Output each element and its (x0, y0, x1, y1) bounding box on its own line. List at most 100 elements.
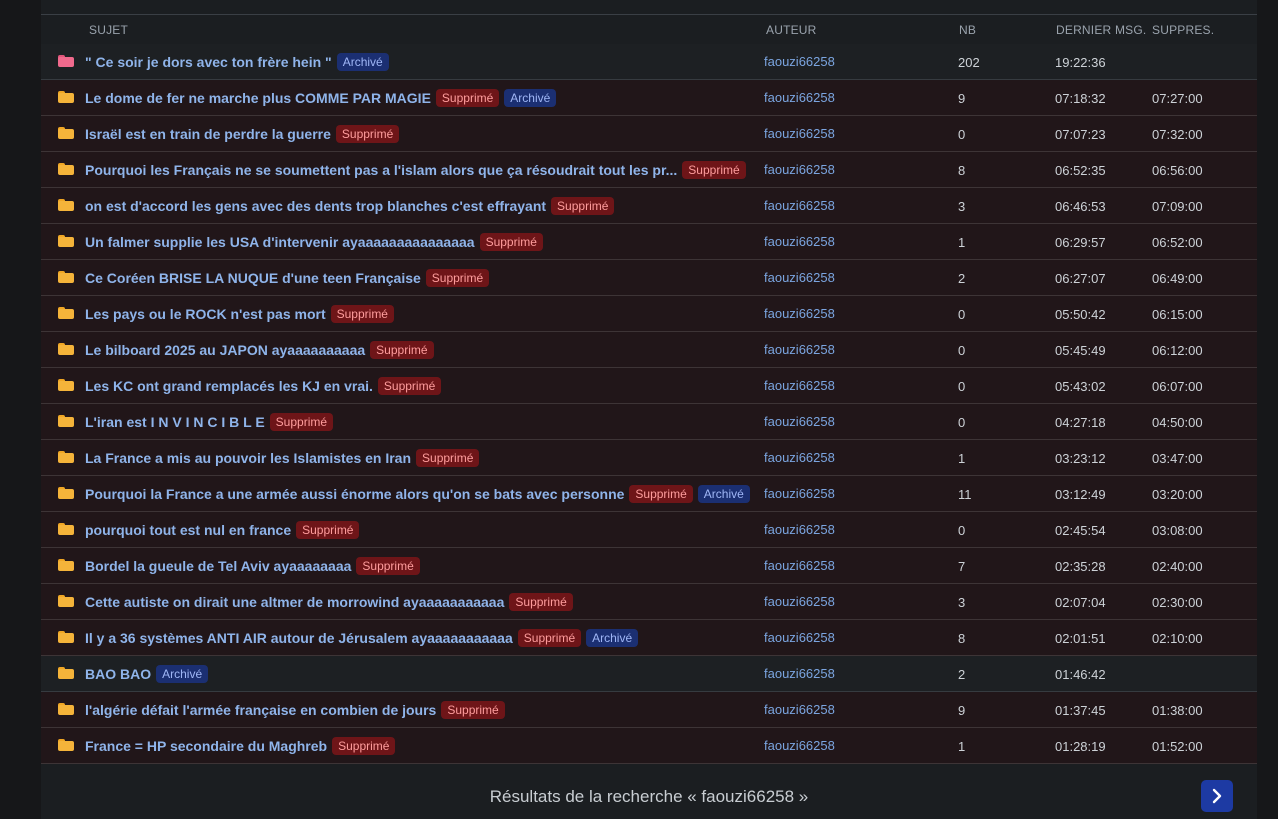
message-count: 2 (958, 271, 966, 286)
topic-title-link[interactable]: " Ce soir je dors avec ton frère hein " (85, 54, 332, 70)
table-row: Bordel la gueule de Tel Aviv ayaaaaaaaa S… (41, 548, 1257, 584)
message-count: 1 (958, 451, 966, 466)
author-link[interactable]: faouzi66258 (764, 522, 835, 537)
topic-rows: " Ce soir je dors avec ton frère hein " A… (41, 44, 1257, 764)
next-page-button[interactable] (1201, 780, 1233, 812)
topic-title-link[interactable]: Israël est en train de perdre la guerre (85, 126, 331, 142)
deleted-time: 07:27:00 (1152, 91, 1203, 106)
table-row: l'algérie défait l'armée française en co… (41, 692, 1257, 728)
search-results-label: Résultats de la recherche « faouzi66258 … (489, 787, 809, 806)
author-link[interactable]: faouzi66258 (764, 378, 835, 393)
last-message-time: 06:46:53 (1055, 199, 1106, 214)
deleted-badge: Supprimé (335, 124, 400, 143)
topic-subject: Un falmer supplie les USA d'intervenir a… (85, 224, 543, 259)
topic-title-link[interactable]: La France a mis au pouvoir les Islamiste… (85, 450, 411, 466)
author-link[interactable]: faouzi66258 (764, 702, 835, 717)
author-link[interactable]: faouzi66258 (764, 198, 835, 213)
deleted-time: 06:52:00 (1152, 235, 1203, 250)
archived-badge: Archivé (336, 52, 389, 71)
author-link[interactable]: faouzi66258 (764, 558, 835, 573)
topic-title-link[interactable]: pourquoi tout est nul en france (85, 522, 291, 538)
folder-icon (58, 739, 74, 751)
deleted-time: 06:07:00 (1152, 379, 1203, 394)
last-message-time: 01:28:19 (1055, 739, 1106, 754)
message-count: 1 (958, 235, 966, 250)
author-link[interactable]: faouzi66258 (764, 162, 835, 177)
last-message-time: 05:43:02 (1055, 379, 1106, 394)
deleted-time: 06:56:00 (1152, 163, 1203, 178)
author-link[interactable]: faouzi66258 (764, 234, 835, 249)
author-link[interactable]: faouzi66258 (764, 126, 835, 141)
folder-icon (58, 91, 74, 103)
author-link[interactable]: faouzi66258 (764, 666, 835, 681)
deleted-time: 07:32:00 (1152, 127, 1203, 142)
deleted-badge: Supprimé (332, 736, 396, 755)
deleted-badge: Supprimé (425, 268, 490, 287)
deleted-badge: Supprimé (269, 412, 334, 431)
topic-title-link[interactable]: Ce Coréen BRISE LA NUQUE d'une teen Fran… (85, 270, 421, 286)
header-deleted: SUPPRES. (1152, 23, 1215, 37)
table-row: Le bilboard 2025 au JAPON ayaaaaaaaaaa Su… (41, 332, 1257, 368)
last-message-time: 03:12:49 (1055, 487, 1106, 502)
deleted-time: 02:30:00 (1152, 595, 1203, 610)
topic-title-link[interactable]: on est d'accord les gens avec des dents … (85, 198, 546, 214)
last-message-time: 04:27:18 (1055, 415, 1106, 430)
author-link[interactable]: faouzi66258 (764, 738, 835, 753)
deleted-time: 04:50:00 (1152, 415, 1203, 430)
author-link[interactable]: faouzi66258 (764, 630, 835, 645)
last-message-time: 06:52:35 (1055, 163, 1106, 178)
topic-title-link[interactable]: Le dome de fer ne marche plus COMME PAR … (85, 90, 431, 106)
topic-title-link[interactable]: Un falmer supplie les USA d'intervenir a… (85, 234, 475, 250)
last-message-time: 02:01:51 (1055, 631, 1106, 646)
table-header: SUJET AUTEUR NB DERNIER MSG. SUPPRES. (41, 15, 1257, 43)
topic-title-link[interactable]: Les KC ont grand remplacés les KJ en vra… (85, 378, 373, 394)
message-count: 8 (958, 631, 966, 646)
author-link[interactable]: faouzi66258 (764, 414, 835, 429)
topic-title-link[interactable]: Le bilboard 2025 au JAPON ayaaaaaaaaaa (85, 342, 365, 358)
topic-title-link[interactable]: Pourquoi les Français ne se soumettent p… (85, 162, 677, 178)
deleted-badge: Supprimé (435, 88, 500, 107)
last-message-time: 06:29:57 (1055, 235, 1106, 250)
last-message-time: 01:37:45 (1055, 703, 1106, 718)
deleted-badge: Supprimé (479, 232, 543, 251)
author-link[interactable]: faouzi66258 (764, 342, 835, 357)
last-message-time: 07:07:23 (1055, 127, 1106, 142)
chevron-right-icon (1212, 788, 1222, 804)
header-nb: NB (959, 23, 977, 37)
topic-title-link[interactable]: l'algérie défait l'armée française en co… (85, 702, 436, 718)
deleted-time: 03:20:00 (1152, 487, 1203, 502)
author-link[interactable]: faouzi66258 (764, 450, 835, 465)
table-row: Pourquoi les Français ne se soumettent p… (41, 152, 1257, 188)
message-count: 0 (958, 127, 966, 142)
author-link[interactable]: faouzi66258 (764, 270, 835, 285)
last-message-time: 02:45:54 (1055, 523, 1106, 538)
author-link[interactable]: faouzi66258 (764, 594, 835, 609)
topic-title-link[interactable]: BAO BAO (85, 666, 151, 682)
folder-icon (58, 235, 74, 247)
author-link[interactable]: faouzi66258 (764, 90, 835, 105)
folder-icon (58, 343, 74, 355)
message-count: 0 (958, 415, 966, 430)
folder-icon (58, 487, 74, 499)
author-link[interactable]: faouzi66258 (764, 54, 835, 69)
author-link[interactable]: faouzi66258 (764, 306, 835, 321)
footer: Résultats de la recherche « faouzi66258 … (41, 766, 1257, 819)
topic-title-link[interactable]: Cette autiste on dirait une altmer de mo… (85, 594, 504, 610)
topic-title-link[interactable]: Bordel la gueule de Tel Aviv ayaaaaaaaa (85, 558, 351, 574)
topic-title-link[interactable]: Les pays ou le ROCK n'est pas mort (85, 306, 326, 322)
last-message-time: 05:50:42 (1055, 307, 1106, 322)
topic-title-link[interactable]: L'iran est I N V I N C I B L E (85, 414, 265, 430)
topic-subject: L'iran est I N V I N C I B L E Supprimé (85, 404, 334, 439)
topic-title-link[interactable]: Pourquoi la France a une armée aussi éno… (85, 486, 624, 502)
table-row: pourquoi tout est nul en france Supprimé f… (41, 512, 1257, 548)
message-count: 202 (958, 55, 980, 70)
folder-icon (58, 307, 74, 319)
deleted-badge: Supprimé (517, 628, 582, 647)
topic-title-link[interactable]: France = HP secondaire du Maghreb (85, 738, 327, 754)
topic-title-link[interactable]: Il y a 36 systèmes ANTI AIR autour de Jé… (85, 630, 513, 646)
folder-icon (58, 703, 74, 715)
last-message-time: 02:35:28 (1055, 559, 1106, 574)
table-row: Pourquoi la France a une armée aussi éno… (41, 476, 1257, 512)
author-link[interactable]: faouzi66258 (764, 486, 835, 501)
table-row: Les pays ou le ROCK n'est pas mort Suppri… (41, 296, 1257, 332)
